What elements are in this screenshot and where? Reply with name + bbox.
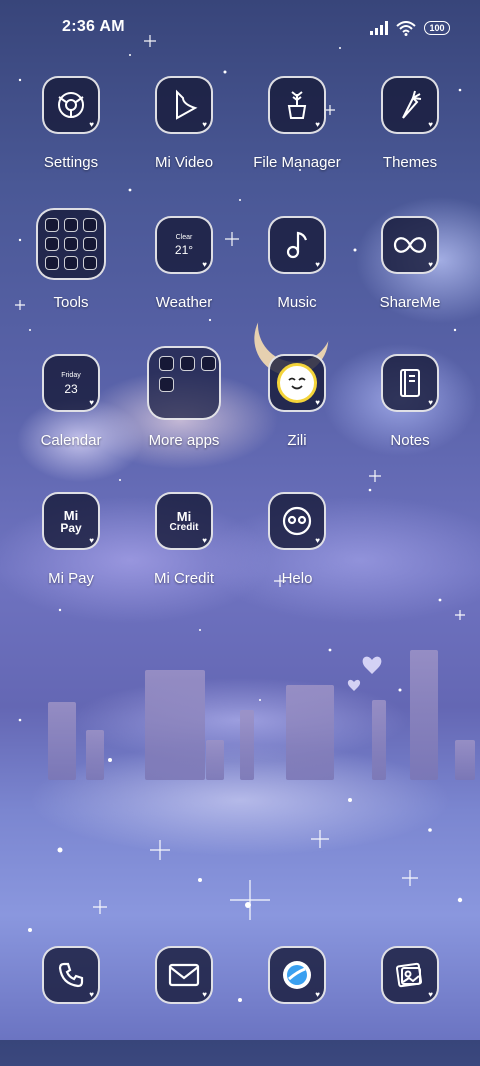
app-mi-video[interactable]: ♥ Mi Video [129, 76, 239, 196]
more-apps-folder-icon [147, 346, 221, 420]
mi-pay-icon: Mi Pay ♥ [42, 492, 100, 550]
calendar-day: Friday [61, 371, 81, 379]
mi-pay-logo-top: Mi [63, 507, 79, 523]
dock-gallery[interactable]: ♥ [355, 946, 465, 1066]
mi-video-icon: ♥ [155, 76, 213, 134]
dock-browser[interactable]: ♥ [242, 946, 352, 1066]
browser-icon: ♥ [268, 946, 326, 1004]
themes-icon: ♥ [381, 76, 439, 134]
helo-icon: ♥ [268, 492, 326, 550]
messaging-icon: ♥ [155, 946, 213, 1004]
mi-pay-logo-bottom: Pay [60, 520, 82, 535]
app-label: Zili [287, 432, 307, 449]
battery-icon: 100 [424, 21, 450, 35]
app-notes[interactable]: ♥ Notes [355, 354, 465, 474]
status-bar: 2:36 AM 100 [0, 0, 480, 56]
app-label: More apps [148, 432, 220, 449]
weather-icon: Clear 21° ♥ [155, 216, 213, 274]
app-zili[interactable]: ♥ Zili [242, 354, 352, 474]
mi-credit-icon: Mi Credit ♥ [155, 492, 213, 550]
app-calendar[interactable]: Friday 23 ♥ Calendar [16, 354, 126, 474]
page-indicator [245, 902, 251, 908]
calendar-date: 23 [64, 381, 78, 396]
weather-temperature: 21° [174, 243, 194, 257]
wallpaper-skyline [0, 640, 480, 780]
app-shareme[interactable]: ♥ ShareMe [355, 216, 465, 336]
dock-phone[interactable]: ♥ [16, 946, 126, 1066]
app-helo[interactable]: ♥ Helo [242, 492, 352, 612]
app-label: ShareMe [379, 294, 441, 311]
gallery-icon: ♥ [381, 946, 439, 1004]
weather-condition: Clear [175, 234, 193, 241]
app-label: Mi Video [154, 154, 214, 171]
app-label: Music [277, 294, 317, 311]
app-label: Notes [390, 432, 430, 449]
app-more-apps[interactable]: More apps [129, 346, 239, 474]
calendar-icon: Friday 23 ♥ [42, 354, 100, 412]
zili-icon: ♥ [268, 354, 326, 412]
app-file-manager[interactable]: ♥ File Manager [242, 76, 352, 196]
app-label: Weather [155, 294, 213, 311]
wifi-icon [396, 20, 416, 36]
status-time: 2:36 AM [62, 18, 125, 35]
notes-icon: ♥ [381, 354, 439, 412]
app-label: Settings [43, 154, 99, 171]
mi-credit-logo-top: Mi [176, 508, 192, 524]
app-label: File Manager [253, 154, 341, 171]
battery-level: 100 [429, 23, 445, 33]
app-mi-pay[interactable]: Mi Pay ♥ Mi Pay [16, 492, 126, 612]
app-label: Mi Credit [153, 570, 214, 587]
music-note-icon: ♥ [268, 216, 326, 274]
file-manager-icon: ♥ [268, 76, 326, 134]
phone-icon: ♥ [42, 946, 100, 1004]
app-label: Calendar [40, 432, 102, 449]
app-settings[interactable]: ♥ Settings [16, 76, 126, 196]
mi-credit-logo-bottom: Credit [169, 521, 199, 533]
app-label: Tools [53, 294, 89, 311]
app-label: Themes [382, 154, 438, 171]
settings-icon: ♥ [42, 76, 100, 134]
shareme-icon: ♥ [381, 216, 439, 274]
app-tools[interactable]: Tools [16, 208, 126, 336]
app-themes[interactable]: ♥ Themes [355, 76, 465, 196]
signal-icon [370, 21, 388, 35]
tools-folder-icon [36, 208, 106, 280]
dock-messaging[interactable]: ♥ [129, 946, 239, 1066]
app-label: Helo [281, 570, 313, 587]
app-mi-credit[interactable]: Mi Credit ♥ Mi Credit [129, 492, 239, 612]
app-weather[interactable]: Clear 21° ♥ Weather [129, 216, 239, 336]
app-label: Mi Pay [48, 570, 94, 587]
app-music[interactable]: ♥ Music [242, 216, 352, 336]
status-icons: 100 [370, 19, 450, 37]
